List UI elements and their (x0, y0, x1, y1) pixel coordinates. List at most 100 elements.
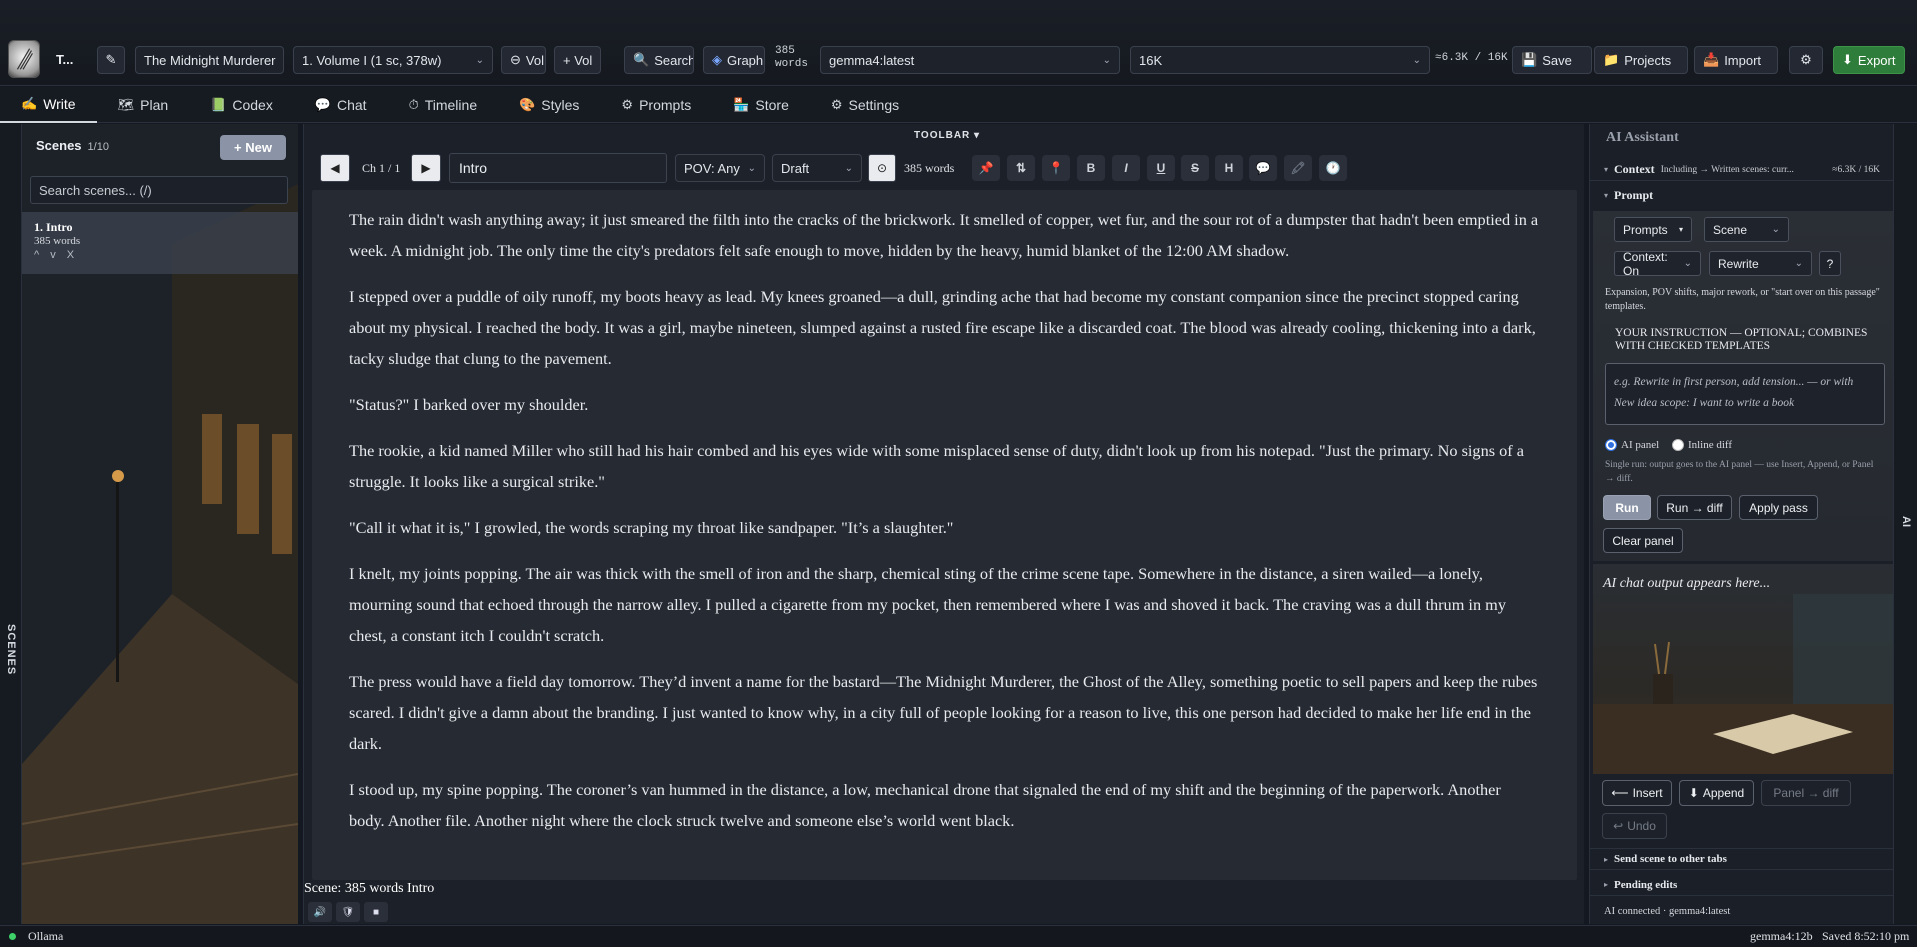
minus-circle-icon: ⊖ (510, 52, 521, 67)
paragraph[interactable]: The rookie, a kid named Miller who still… (349, 435, 1540, 497)
chevron-down-icon: ⌄ (475, 54, 484, 66)
tab-prompts[interactable]: ⚙ Prompts (600, 87, 712, 123)
voice-button[interactable]: 🛡 (336, 902, 360, 922)
comment-button[interactable]: 💬 (1249, 155, 1277, 181)
underline-button[interactable]: U (1147, 155, 1175, 181)
pen-icon: ✎ (105, 52, 117, 67)
ai-panel-title: AI Assistant (1606, 130, 1679, 145)
help-button[interactable]: ? (1819, 251, 1841, 276)
sort-button[interactable]: ⇅ (1007, 155, 1035, 181)
mode-select[interactable]: Rewrite ⌄ (1709, 251, 1812, 276)
inline-diff-radio[interactable]: Inline diff (1671, 439, 1732, 452)
stopwatch-icon: ⏱ (408, 97, 419, 112)
tab-codex[interactable]: 📗 Codex (189, 87, 294, 123)
location-button[interactable]: 📍 (1042, 155, 1070, 181)
settings-button[interactable]: ⚙ (1789, 46, 1823, 74)
pending-edits-section[interactable]: ▸ Pending edits (1590, 874, 1894, 896)
run-diff-button[interactable]: Run → diff (1657, 495, 1732, 520)
scene-search-input[interactable]: Search scenes... (/) (30, 176, 288, 204)
heading-button[interactable]: H (1215, 155, 1243, 181)
ai-rail[interactable]: AI (1893, 124, 1917, 924)
paragraph[interactable]: "Status?" I barked over my shoulder. (349, 389, 1540, 420)
next-chapter-button[interactable]: ▶ (411, 154, 441, 182)
send-scene-section[interactable]: ▸ Send scene to other tabs (1590, 848, 1894, 870)
apply-pass-button[interactable]: Apply pass (1739, 495, 1818, 520)
remove-volume-button[interactable]: ⊖ Vol (501, 46, 546, 74)
scope-select[interactable]: Scene ⌄ (1704, 217, 1789, 242)
stop-button[interactable]: ■ (364, 902, 388, 922)
bold-button[interactable]: B (1077, 155, 1105, 181)
toolbar-toggle[interactable]: TOOLBAR ▾ (914, 130, 980, 141)
run-button[interactable]: Run (1603, 495, 1651, 520)
scenes-count: 1/10 (87, 141, 109, 153)
pen-button[interactable]: ✎ (97, 46, 125, 74)
chevron-down-icon: ⌄ (282, 55, 284, 66)
prompt-section[interactable]: ▾ Prompt (1590, 184, 1894, 206)
tab-plan[interactable]: 🗺 Plan (97, 87, 190, 123)
italic-button[interactable]: I (1112, 155, 1140, 181)
tab-chat[interactable]: 💬 Chat (294, 87, 388, 123)
new-scene-button[interactable]: + New (220, 135, 286, 160)
tab-styles[interactable]: 🎨 Styles (498, 87, 600, 123)
scenes-header: Scenes 1/10 (36, 138, 109, 153)
arrow-left-icon: ⟵ (1611, 786, 1629, 800)
pov-select[interactable]: POV: Any ⌄ (675, 154, 765, 182)
model-select[interactable]: gemma4:latest ⌄ (820, 46, 1120, 74)
saved-time: Saved 8:52:10 pm (1822, 929, 1910, 943)
context-toggle-select[interactable]: Context: On ⌄ (1614, 250, 1701, 278)
ai-output-area[interactable]: AI chat output appears here... (1593, 564, 1893, 774)
paragraph[interactable]: I knelt, my joints popping. The air was … (349, 558, 1540, 651)
highlighter-button[interactable]: 🖍 (1284, 155, 1312, 181)
projects-button[interactable]: 📁 Projects (1594, 46, 1688, 74)
tab-timeline[interactable]: ⏱ Timeline (388, 87, 499, 123)
triangle-down-icon: ▾ (1604, 190, 1609, 200)
tab-write[interactable]: ✍ Write (0, 87, 97, 123)
add-volume-button[interactable]: + Vol (554, 46, 601, 74)
ai-assistant-panel: AI Assistant ▾ Context Including → Writt… (1589, 124, 1894, 924)
triangle-right-icon: ▸ (1604, 854, 1609, 864)
speak-button[interactable]: 🔊 (308, 902, 332, 922)
clock-icon: 🕐 (1325, 161, 1341, 175)
paragraph[interactable]: I stepped over a puddle of oily runoff, … (349, 281, 1540, 374)
prompt-editor: Prompts ▾ Scene ⌄ Context: On ⌄ Rewrite ⌄ ? … (1593, 211, 1893, 561)
manuscript-text[interactable]: The rain didn't wash anything away; it j… (312, 190, 1577, 880)
clear-panel-button[interactable]: Clear panel (1603, 528, 1683, 553)
paragraph[interactable]: "Call it what it is," I growled, the wor… (349, 512, 1540, 543)
export-button[interactable]: ⬇ Export (1833, 46, 1905, 74)
save-button[interactable]: 💾 Save (1512, 46, 1592, 74)
scene-list-item[interactable]: 1. Intro 385 words ^ v X (22, 212, 298, 274)
status-select[interactable]: Draft ⌄ (772, 154, 862, 182)
undo-button[interactable]: ↩ Undo (1602, 813, 1667, 839)
pin-button[interactable]: 📌 (972, 155, 1000, 181)
instruction-textarea[interactable]: e.g. Rewrite in first person, add tensio… (1605, 363, 1885, 425)
context-section[interactable]: ▾ Context Including → Written scenes: cu… (1590, 159, 1894, 181)
scene-reorder-controls[interactable]: ^ v X (34, 249, 286, 261)
project-select[interactable]: The Midnight Murderer⌄ (135, 46, 284, 74)
gear-icon: ⚙ (621, 97, 634, 112)
panel-diff-button[interactable]: Panel → diff (1761, 780, 1851, 806)
tab-store[interactable]: 🏪 Store (712, 87, 810, 123)
search-button[interactable]: 🔍 Search (624, 46, 694, 74)
paragraph[interactable]: I stood up, my spine popping. The corone… (349, 774, 1540, 836)
ai-panel-radio[interactable]: AI panel (1605, 439, 1659, 452)
paragraph[interactable]: The press would have a field day tomorro… (349, 666, 1540, 759)
append-button[interactable]: ⬇ Append (1679, 780, 1754, 806)
instruction-label: YOUR INSTRUCTION — OPTIONAL; COMBINES WI… (1615, 327, 1868, 352)
graph-button[interactable]: ◈ Graph (703, 46, 765, 74)
output-mode-radios: AI panel Inline diff (1605, 438, 1732, 452)
scenes-rail[interactable]: SCENES (0, 124, 22, 924)
tab-settings[interactable]: ⚙ Settings (810, 87, 920, 123)
import-button[interactable]: 📥 Import (1694, 46, 1778, 74)
prev-chapter-button[interactable]: ◀ (320, 154, 350, 182)
paragraph[interactable]: The rain didn't wash anything away; it j… (349, 204, 1540, 266)
editor-toolbar: ◀ Ch 1 / 1 ▶ Intro POV: Any ⌄ Draft ⌄ ⊙ 38… (312, 152, 1577, 184)
target-button[interactable]: ⊙ (868, 154, 896, 182)
volume-select[interactable]: 1. Volume I (1 sc, 378w) ⌄ (293, 46, 493, 74)
prompts-dropdown[interactable]: Prompts ▾ (1614, 217, 1692, 242)
context-size-select[interactable]: 16K ⌄ (1130, 46, 1430, 74)
strikethrough-button[interactable]: S (1181, 155, 1209, 181)
history-button[interactable]: 🕐 (1319, 155, 1347, 181)
scene-title-input[interactable]: Intro (449, 153, 667, 183)
insert-button[interactable]: ⟵ Insert (1602, 780, 1672, 806)
triangle-left-icon: ◀ (330, 161, 340, 175)
